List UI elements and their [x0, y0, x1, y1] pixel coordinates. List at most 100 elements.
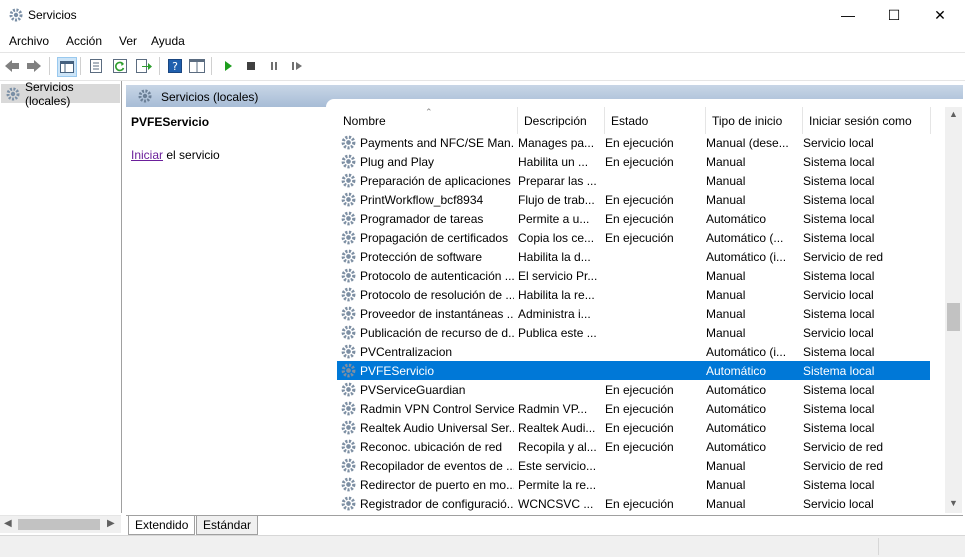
cell-descripcion: Habilita la d...	[518, 250, 591, 264]
cell-tipo-inicio: Manual	[706, 307, 746, 321]
cell-descripcion: WCNCSVC ...	[518, 497, 594, 511]
cell-nombre: Recopilador de eventos de ...	[360, 459, 514, 473]
column-header-tipo-inicio[interactable]: Tipo de inicio	[712, 114, 782, 134]
cell-tipo-inicio: Automático (...	[706, 231, 784, 245]
content-header: Servicios (locales)	[126, 85, 963, 107]
cell-estado: En ejecución	[605, 231, 674, 245]
column-separator[interactable]	[517, 107, 518, 134]
scroll-right-icon[interactable]: ▶	[107, 518, 115, 529]
cell-iniciar-sesion: Sistema local	[803, 269, 875, 283]
table-row[interactable]: Radmin VPN Control Service Radmin VP... En…	[337, 399, 930, 418]
tab-extendido[interactable]: Extendido	[128, 516, 196, 535]
table-row[interactable]: Redirector de puerto en mo... Permite la …	[337, 475, 930, 494]
table-row[interactable]: Programador de tareas Permite a u... En ej…	[337, 209, 930, 228]
menu-accion[interactable]: Acción	[66, 34, 102, 48]
cell-descripcion: Habilita la re...	[518, 288, 595, 302]
export-icon[interactable]	[135, 57, 153, 75]
tab-estandar[interactable]: Estándar	[196, 516, 259, 535]
stop-service-icon[interactable]	[242, 57, 260, 75]
cell-tipo-inicio: Manual	[706, 174, 746, 188]
refresh-icon[interactable]	[111, 57, 129, 75]
maximize-icon: ☐	[887, 6, 901, 23]
cell-tipo-inicio: Automático	[706, 402, 767, 416]
content-header-title: Servicios (locales)	[161, 90, 259, 104]
cell-estado: En ejecución	[605, 497, 674, 511]
column-separator[interactable]	[930, 107, 931, 134]
console-tree: Servicios (locales)	[0, 80, 122, 513]
console-tree-icon[interactable]	[57, 57, 77, 77]
table-row[interactable]: Protección de software Habilita la d... Au…	[337, 247, 930, 266]
table-row[interactable]: Proveedor de instantáneas ... Administra …	[337, 304, 930, 323]
properties-icon[interactable]	[87, 57, 105, 75]
title-bar: Servicios — ☐ ✕	[0, 0, 965, 30]
start-service-icon[interactable]	[219, 57, 237, 75]
table-row[interactable]: PVCentralizacion Automático (i... Sistema …	[337, 342, 930, 361]
tree-horizontal-scrollbar[interactable]: ◀ ▶	[0, 515, 121, 533]
scroll-up-icon[interactable]: ▲	[949, 109, 958, 119]
cell-iniciar-sesion: Sistema local	[803, 364, 875, 378]
column-separator[interactable]	[604, 107, 605, 134]
table-row[interactable]: PVServiceGuardian En ejecución Automático S…	[337, 380, 930, 399]
table-row[interactable]: Publicación de recurso de d... Publica es…	[337, 323, 930, 342]
table-row[interactable]: Payments and NFC/SE Man... Manages pa... E…	[337, 133, 930, 152]
cell-nombre: PVFEServicio	[360, 364, 435, 378]
cell-descripcion: Manages pa...	[518, 136, 595, 150]
minimize-button[interactable]: —	[825, 0, 871, 30]
back-arrow-icon[interactable]	[3, 57, 21, 75]
table-row[interactable]: Realtek Audio Universal Ser... Realtek Au…	[337, 418, 930, 437]
table-row[interactable]: Preparación de aplicaciones Preparar las …	[337, 171, 930, 190]
services-gear-icon	[9, 8, 23, 22]
cell-estado: En ejecución	[605, 440, 674, 454]
table-row[interactable]: PrintWorkflow_bcf8934 Flujo de trab... En …	[337, 190, 930, 209]
tree-scroll-thumb[interactable]	[18, 519, 100, 530]
cell-iniciar-sesion: Sistema local	[803, 402, 875, 416]
cell-descripcion: Administra i...	[518, 307, 591, 321]
table-row[interactable]: Propagación de certificados Copia los ce.…	[337, 228, 930, 247]
pause-service-icon[interactable]	[265, 57, 283, 75]
cell-tipo-inicio: Automático (i...	[706, 250, 787, 264]
list-vertical-scrollbar[interactable]: ▲ ▼	[945, 107, 962, 513]
column-header-iniciar-sesion[interactable]: Iniciar sesión como	[809, 114, 912, 134]
start-service-link[interactable]: Iniciar	[131, 148, 163, 162]
table-row[interactable]: Registrador de configuració... WCNCSVC ..…	[337, 494, 930, 513]
cell-tipo-inicio: Manual	[706, 478, 746, 492]
toolbar-separator	[211, 57, 212, 75]
cell-nombre: Publicación de recurso de d...	[360, 326, 514, 340]
cell-descripcion: Recopila y al...	[518, 440, 597, 454]
toolbar-separator	[49, 57, 50, 75]
table-row[interactable]: Reconoc. ubicación de red Recopila y al..…	[337, 437, 930, 456]
column-header-descripcion[interactable]: Descripción	[524, 114, 587, 134]
scroll-left-icon[interactable]: ◀	[4, 518, 12, 529]
column-separator[interactable]	[705, 107, 706, 134]
cell-iniciar-sesion: Sistema local	[803, 174, 875, 188]
table-row[interactable]: Plug and Play Habilita un ... En ejecución…	[337, 152, 930, 171]
list-scroll-thumb[interactable]	[947, 303, 960, 331]
cell-iniciar-sesion: Sistema local	[803, 421, 875, 435]
table-row[interactable]: Protocolo de autenticación ... El servici…	[337, 266, 930, 285]
description-panel: PVFEServicio Iniciar el servicio	[126, 107, 331, 513]
help-icon[interactable]: ?	[166, 57, 184, 75]
maximize-button[interactable]: ☐	[871, 0, 917, 30]
cell-descripcion: Preparar las ...	[518, 174, 597, 188]
cell-nombre: Reconoc. ubicación de red	[360, 440, 503, 454]
cell-nombre: Protocolo de autenticación ...	[360, 269, 514, 283]
menu-ayuda[interactable]: Ayuda	[151, 34, 185, 48]
cell-tipo-inicio: Manual	[706, 326, 746, 340]
show-hide-icon[interactable]	[188, 57, 206, 75]
forward-arrow-icon[interactable]	[25, 57, 43, 75]
menu-archivo[interactable]: Archivo	[9, 34, 49, 48]
tree-item-servicios-locales[interactable]: Servicios (locales)	[1, 80, 120, 108]
close-button[interactable]: ✕	[917, 0, 963, 30]
table-row[interactable]: PVFEServicio Automático Sistema local	[337, 361, 930, 380]
restart-service-icon[interactable]	[288, 57, 306, 75]
column-separator[interactable]	[802, 107, 803, 134]
table-row[interactable]: Recopilador de eventos de ... Este servic…	[337, 456, 930, 475]
cell-descripcion: Realtek Audi...	[518, 421, 596, 435]
cell-tipo-inicio: Automático	[706, 212, 767, 226]
scroll-down-icon[interactable]: ▼	[949, 498, 958, 508]
column-header-nombre[interactable]: Nombre	[343, 114, 386, 134]
column-header-estado[interactable]: Estado	[611, 114, 648, 134]
menu-ver[interactable]: Ver	[119, 34, 137, 48]
table-row[interactable]: Protocolo de resolución de ... Habilita l…	[337, 285, 930, 304]
cell-iniciar-sesion: Sistema local	[803, 231, 875, 245]
